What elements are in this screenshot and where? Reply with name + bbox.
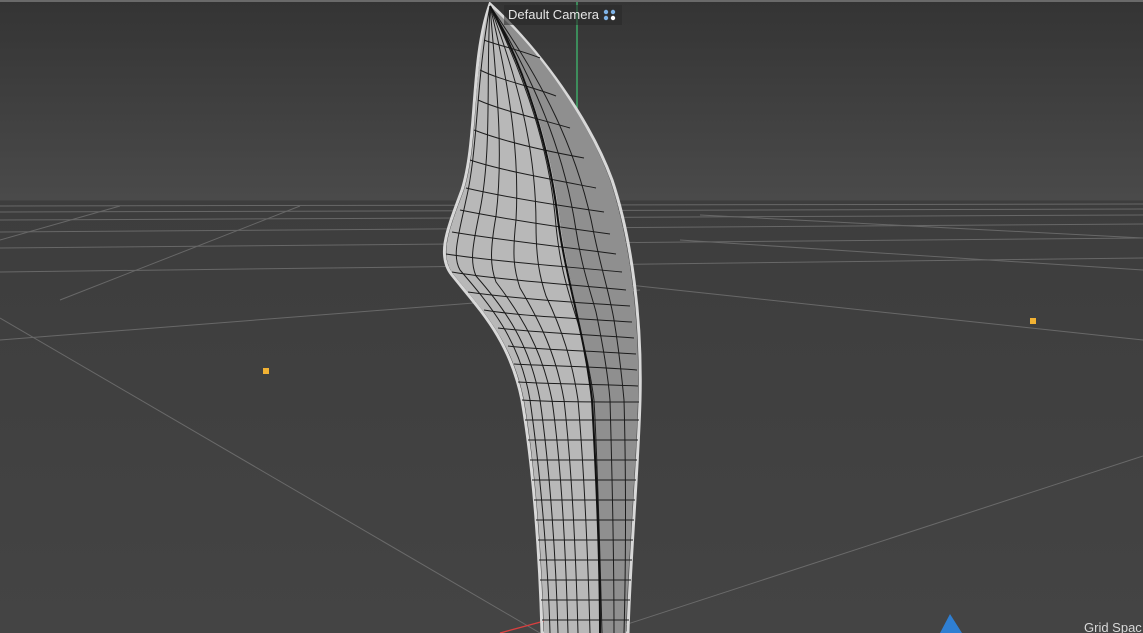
camera-label-text: Default Camera <box>508 7 600 22</box>
grid-spacing-label: Grid Spac <box>1084 620 1142 633</box>
camera-label[interactable]: Default Camera <box>504 5 623 25</box>
camera-orbit-icon[interactable] <box>602 8 618 22</box>
light-marker-right[interactable] <box>1030 318 1036 324</box>
3d-viewport[interactable]: Default Camera Grid Spac <box>0 0 1143 633</box>
viewport-top-border <box>0 0 1143 2</box>
mesh-object[interactable] <box>442 1 642 633</box>
z-axis-gizmo-cone[interactable] <box>940 614 962 633</box>
viewport-scene[interactable] <box>0 0 1143 633</box>
light-marker-left[interactable] <box>263 368 269 374</box>
